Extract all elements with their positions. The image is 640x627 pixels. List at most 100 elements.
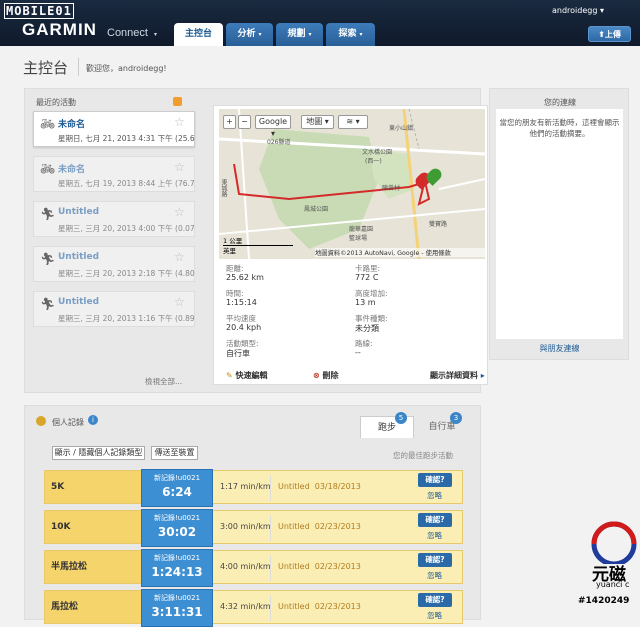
- tab-plan[interactable]: 規劃 ▾: [276, 23, 323, 46]
- new-record-box: 新記錄!u0021 3:11:31: [141, 589, 213, 627]
- confirm-button[interactable]: 確認?: [418, 593, 452, 607]
- map-label: (西一): [365, 158, 382, 165]
- activity-detail: + − Google ▾ 地圖 ▾ ≋ ▾ 026縣道 文水橋公園 (西一) 東…: [213, 105, 488, 385]
- rss-icon[interactable]: [173, 97, 182, 106]
- stat-value: --: [355, 348, 361, 357]
- connections-title: 您的連線: [544, 98, 576, 107]
- top-bar: MOBILE01 GARMIN Connect ▾ 主控台 分析 ▾ 規劃 ▾ 探索…: [0, 0, 640, 46]
- upload-button[interactable]: ⬆上傳: [588, 26, 631, 42]
- tab-analyze[interactable]: 分析 ▾: [226, 23, 273, 46]
- show-details-link[interactable]: 顯示詳細資料 ▸: [430, 370, 485, 381]
- map-label: 文水橋公園: [362, 149, 393, 156]
- new-record-box: 新記錄!u0021 6:24: [141, 469, 213, 507]
- chevron-down-icon: ▾: [308, 31, 312, 38]
- map-scale-mi: 英里: [223, 247, 236, 255]
- map-copyright[interactable]: 地圖資料©2013 AutoNavi, Google - 使用條款: [315, 248, 485, 257]
- new-record-box: 新記錄!u0021 30:02: [141, 509, 213, 547]
- welcome-text: 歡迎您，androidegg!: [86, 64, 167, 73]
- record-row[interactable]: 5K 新記錄!u0021 6:24 1:17 min/km Untitled 0…: [44, 469, 463, 507]
- watermark-sub: yuanci c: [596, 580, 630, 589]
- personal-records-panel: 個人記錄 i 跑步 5 自行車 3 顯示 / 隱藏個人記錄類型 傳送至裝置 您的…: [24, 405, 481, 627]
- record-row[interactable]: 馬拉松 新記錄!u0021 3:11:31 4:32 min/km Untitl…: [44, 589, 463, 627]
- activity-item[interactable]: 🏃︎ Untitled 星期三, 三月 20, 2013 4:00 下午 (0.…: [33, 201, 195, 237]
- confirm-button[interactable]: 確認?: [418, 473, 452, 487]
- running-count-badge: 5: [395, 412, 407, 424]
- chevron-down-icon: ▾: [154, 32, 158, 38]
- chevron-down-icon: ▾: [258, 31, 262, 38]
- pencil-icon: ✎: [226, 371, 233, 380]
- watermark-id: #1420249: [578, 596, 630, 606]
- personal-records-title: 個人記錄: [52, 418, 84, 427]
- activity-item[interactable]: 🚲︎ 未命名 星期五, 七月 19, 2013 8:44 上午 (76.71 k…: [33, 156, 195, 192]
- star-icon[interactable]: ☆: [174, 250, 185, 264]
- ignore-link[interactable]: 忽略: [427, 490, 442, 501]
- star-icon[interactable]: ☆: [174, 205, 185, 219]
- stat-value: 13 m: [355, 298, 376, 307]
- bike-icon: 🚲︎: [40, 117, 56, 131]
- activity-item[interactable]: 🚲︎ 未命名 星期日, 七月 21, 2013 4:31 下午 (25.62 k…: [33, 111, 195, 147]
- site-watermark: MOBILE01: [4, 3, 74, 19]
- best-activities-label: 您的最佳跑步活動: [393, 451, 453, 460]
- star-icon[interactable]: ☆: [174, 160, 185, 174]
- connect-friends-link[interactable]: 與朋友連線: [496, 343, 623, 354]
- activity-item[interactable]: 🏃︎ Untitled 星期三, 三月 20, 2013 1:16 下午 (0.…: [33, 291, 195, 327]
- connect-logo: Connect ▾: [107, 27, 158, 39]
- connections-panel: 您的連線 當您的朋友有新活動時，這裡會顯示他們的活動摘要。 與朋友連線: [489, 88, 629, 360]
- recent-activities-panel: 最近的活動 🚲︎ 未命名 星期日, 七月 21, 2013 4:31 下午 (2…: [24, 88, 488, 393]
- ignore-link[interactable]: 忽略: [427, 530, 442, 541]
- new-record-box: 新記錄!u0021 1:24:13: [141, 549, 213, 587]
- upload-arrow-icon: ⬆: [598, 30, 605, 39]
- title-divider: [78, 58, 79, 76]
- watermark: 元磁 yuanci c #1420249: [578, 518, 640, 610]
- star-icon[interactable]: ☆: [174, 295, 185, 309]
- run-icon: 🏃︎: [40, 207, 56, 221]
- info-icon[interactable]: i: [88, 415, 98, 425]
- map-label: 陳曾村: [382, 185, 401, 192]
- toggle-record-types-button[interactable]: 顯示 / 隱藏個人記錄類型: [52, 446, 145, 460]
- garmin-logo[interactable]: GARMIN: [22, 20, 97, 40]
- map-label: 026縣道: [267, 139, 291, 146]
- view-all-link[interactable]: 檢視全部...: [145, 376, 182, 387]
- zoom-in-button[interactable]: +: [223, 115, 236, 129]
- map-label: 龍華嘉園: [349, 226, 374, 233]
- map-label: 東城路: [220, 179, 227, 197]
- activity-item[interactable]: 🏃︎ Untitled 星期三, 三月 20, 2013 2:18 下午 (4.…: [33, 246, 195, 282]
- confirm-button[interactable]: 確認?: [418, 513, 452, 527]
- medal-icon: [36, 416, 46, 426]
- chevron-right-icon: ▸: [480, 371, 485, 380]
- record-activity-link[interactable]: Untitled 02/23/2013: [278, 562, 361, 571]
- watermark-logo-icon: [591, 521, 637, 564]
- connections-message: 當您的朋友有新活動時，這裡會顯示他們的活動摘要。: [499, 118, 620, 138]
- user-menu[interactable]: androidegg ▾: [552, 6, 604, 15]
- record-row[interactable]: 半馬拉松 新記錄!u0021 1:24:13 4:00 min/km Untit…: [44, 549, 463, 587]
- record-activity-link[interactable]: Untitled 03/18/2013: [278, 482, 361, 491]
- page-title: 主控台: [23, 59, 69, 77]
- map-provider-select[interactable]: Google ▾: [255, 115, 291, 138]
- ignore-link[interactable]: 忽略: [427, 610, 442, 621]
- map-label: 東小山鎮: [389, 125, 414, 132]
- map-label: 雙寶路: [429, 221, 448, 228]
- run-icon: 🏃︎: [40, 252, 56, 266]
- zoom-out-button[interactable]: −: [238, 115, 251, 129]
- delete-button[interactable]: ⊗ 刪除: [313, 370, 339, 381]
- map-type-select[interactable]: 地圖 ▾: [301, 115, 334, 129]
- connections-box: [496, 109, 623, 339]
- tab-dashboard[interactable]: 主控台: [174, 23, 223, 46]
- quick-edit-button[interactable]: ✎ 快速編輯: [226, 370, 268, 381]
- stat-value: 20.4 kph: [226, 323, 262, 332]
- tab-explore[interactable]: 探索 ▾: [326, 23, 375, 46]
- route-map[interactable]: + − Google ▾ 地圖 ▾ ≋ ▾ 026縣道 文水橋公園 (西一) 東…: [219, 109, 485, 259]
- chevron-down-icon: ▾: [599, 6, 604, 15]
- star-icon[interactable]: ☆: [174, 115, 185, 129]
- stat-value: 未分類: [355, 324, 379, 333]
- ignore-link[interactable]: 忽略: [427, 570, 442, 581]
- map-label: 鳳城公園: [304, 206, 329, 213]
- send-to-device-button[interactable]: 傳送至裝置: [151, 446, 198, 460]
- record-row[interactable]: 10K 新記錄!u0021 30:02 3:00 min/km Untitled…: [44, 509, 463, 547]
- map-label: 籃球場: [349, 235, 368, 242]
- map-layers-button[interactable]: ≋ ▾: [338, 115, 368, 129]
- delete-icon: ⊗: [313, 371, 320, 380]
- record-activity-link[interactable]: Untitled 02/23/2013: [278, 522, 361, 531]
- confirm-button[interactable]: 確認?: [418, 553, 452, 567]
- recent-activities-title: 最近的活動: [36, 98, 76, 107]
